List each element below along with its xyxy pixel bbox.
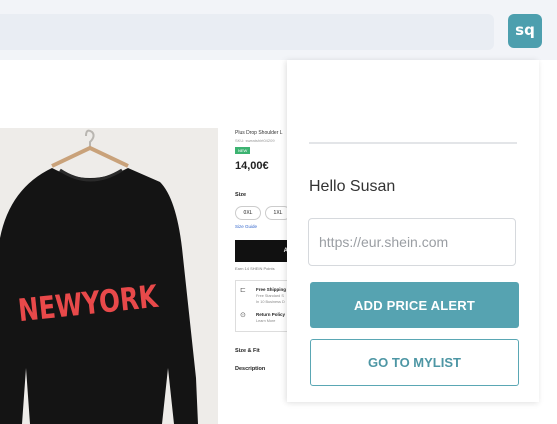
size-heading: Size bbox=[235, 192, 247, 198]
truck-icon: ⊏ bbox=[240, 287, 246, 294]
go-to-mylist-button[interactable]: GO TO MYLIST bbox=[310, 339, 519, 386]
sweatshirt-image: NEWYORK bbox=[0, 129, 198, 424]
description-section[interactable]: Description bbox=[235, 366, 265, 372]
return-policy-title: Return Policy bbox=[256, 312, 286, 317]
popup-divider bbox=[309, 142, 517, 144]
address-bar[interactable] bbox=[0, 14, 494, 50]
return-learn-more-link[interactable]: Learn More bbox=[256, 319, 275, 323]
size-option-0xl[interactable]: 0XL bbox=[235, 206, 261, 220]
product-image[interactable]: NEWYORK bbox=[0, 128, 218, 424]
earn-points-text: Earn 14 SHEIN Points bbox=[235, 266, 275, 271]
product-info-panel: Plus Drop Shoulder L SKU: sweatshirt0420… bbox=[232, 128, 292, 424]
shipping-line-1: Free Standard S bbox=[256, 294, 284, 298]
shipping-return-box: ⊏ Free Shipping Free Standard S In 10 Bu… bbox=[235, 280, 292, 332]
product-sku: SKU: sweatshirt04209 bbox=[235, 138, 275, 143]
add-price-alert-button[interactable]: ADD PRICE ALERT bbox=[310, 282, 519, 328]
url-input[interactable] bbox=[308, 218, 516, 266]
size-fit-section[interactable]: Size & Fit bbox=[235, 348, 260, 354]
extension-popup: Hello Susan ADD PRICE ALERT GO TO MYLIST bbox=[287, 60, 539, 402]
product-title[interactable]: Plus Drop Shoulder L bbox=[235, 130, 283, 136]
size-guide-link[interactable]: Size Guide bbox=[235, 224, 257, 229]
product-price: 14,00€ bbox=[235, 160, 269, 172]
browser-toolbar: sq bbox=[0, 0, 557, 60]
greeting-text: Hello Susan bbox=[309, 178, 396, 195]
add-to-cart-button[interactable]: A bbox=[235, 240, 292, 262]
shipping-line-2: In 10 Business D bbox=[256, 300, 285, 304]
return-icon: ⊙ bbox=[240, 312, 246, 319]
new-badge: NEW bbox=[235, 147, 251, 154]
screen: sq NEWYORK Plus Drop Shoulder L SKU: swe… bbox=[0, 0, 557, 424]
extension-button[interactable]: sq bbox=[508, 14, 542, 48]
shipping-title: Free Shipping bbox=[256, 287, 287, 292]
